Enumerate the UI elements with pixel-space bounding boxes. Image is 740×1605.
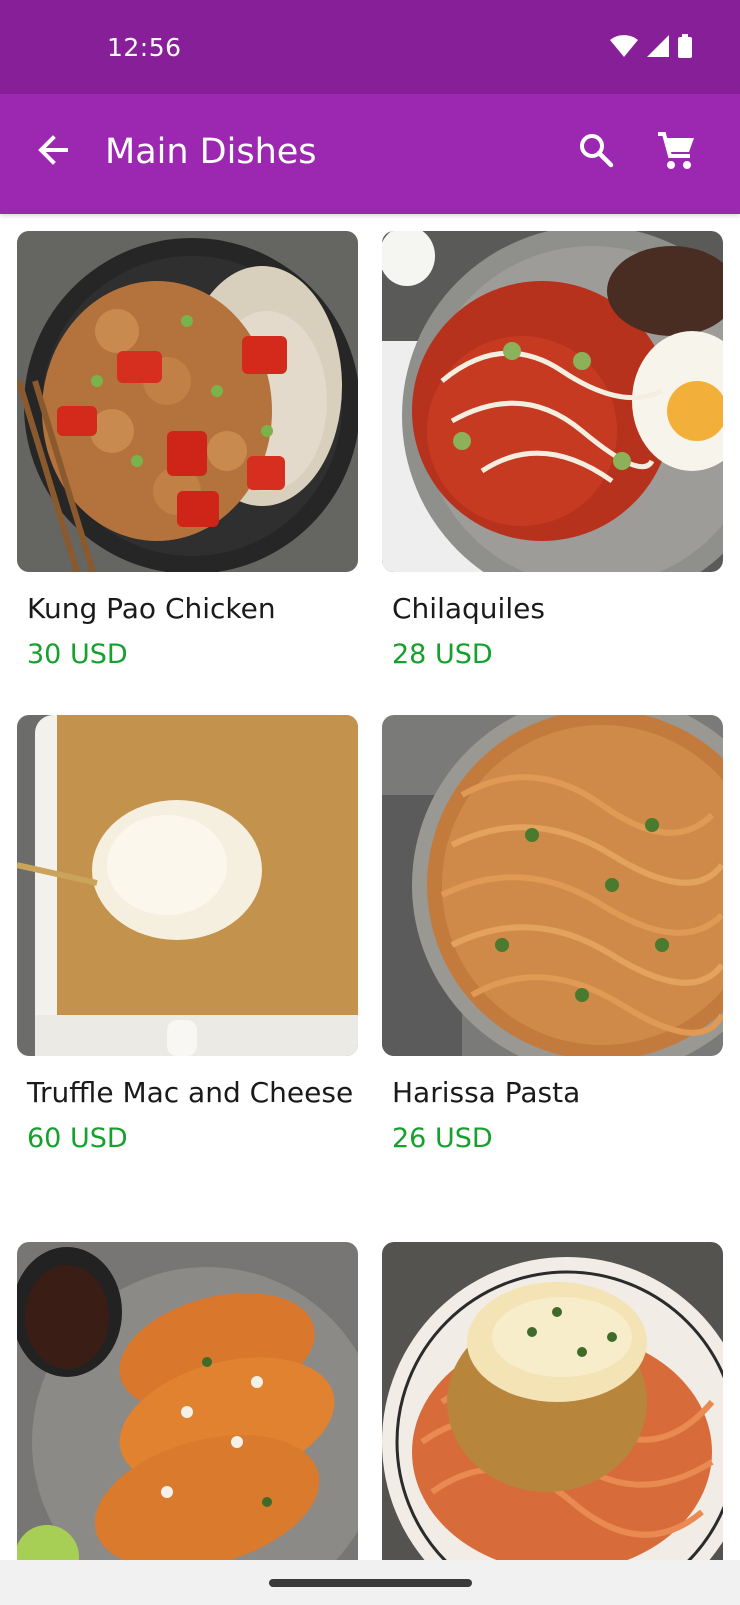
dish-price: 28 USD	[392, 639, 493, 670]
dish-name: Kung Pao Chicken	[27, 592, 276, 625]
wifi-icon	[610, 35, 638, 61]
search-button[interactable]	[568, 124, 624, 180]
dish-card[interactable]: Kung Pao Chicken 30 USD	[17, 231, 358, 674]
status-bar: 12:56	[0, 0, 740, 94]
dish-photo	[17, 1242, 358, 1583]
dish-card[interactable]: Truffle Mac and Cheese 60 USD	[17, 715, 358, 1158]
cart-button[interactable]	[648, 124, 704, 180]
search-icon	[578, 132, 614, 172]
dish-price: 26 USD	[392, 1123, 493, 1154]
dish-name: Harissa Pasta	[392, 1076, 581, 1109]
dish-card[interactable]: Harissa Pasta 26 USD	[382, 715, 723, 1158]
dish-photo	[17, 231, 358, 572]
dish-card[interactable]	[17, 1242, 358, 1599]
dish-photo	[382, 1242, 723, 1583]
arrow-back-icon	[36, 135, 70, 169]
shopping-cart-icon	[656, 130, 696, 174]
dish-photo	[17, 715, 358, 1056]
system-navigation-bar	[0, 1560, 740, 1605]
dish-name: Truffle Mac and Cheese	[27, 1076, 354, 1109]
cellular-signal-icon	[647, 35, 669, 61]
dish-price: 60 USD	[27, 1123, 128, 1154]
page-title: Main Dishes	[105, 132, 317, 172]
battery-icon	[678, 34, 692, 62]
status-time: 12:56	[107, 33, 182, 62]
back-button[interactable]	[28, 124, 78, 180]
dish-card[interactable]	[382, 1242, 723, 1599]
dish-price: 30 USD	[27, 639, 128, 670]
status-icons	[610, 34, 692, 62]
dish-name: Chilaquiles	[392, 592, 545, 625]
dish-photo	[382, 715, 723, 1056]
dish-card[interactable]: Chilaquiles 28 USD	[382, 231, 723, 674]
gesture-handle[interactable]	[269, 1579, 472, 1587]
app-bar: Main Dishes	[0, 94, 740, 214]
dish-photo	[382, 231, 723, 572]
